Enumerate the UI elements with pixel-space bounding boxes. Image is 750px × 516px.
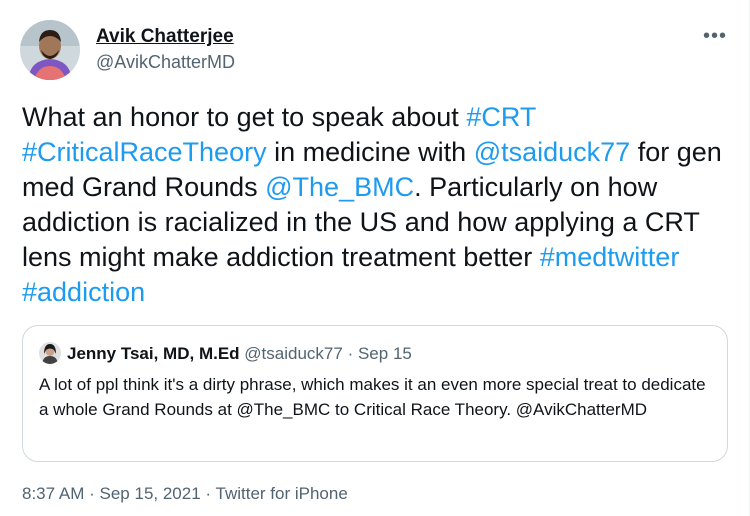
footer-separator-2: · xyxy=(205,484,212,503)
quoted-tweet[interactable]: Jenny Tsai, MD, M.Ed @tsaiduck77 · Sep 1… xyxy=(22,325,728,462)
tweet-time[interactable]: 8:37 AM xyxy=(22,484,84,503)
author-handle[interactable]: @AvikChatterMD xyxy=(96,52,235,73)
quoted-author-avatar xyxy=(39,342,61,364)
mention-link[interactable]: @The_BMC xyxy=(265,172,414,202)
hashtag-link[interactable]: #CRT xyxy=(466,102,536,132)
quoted-date: Sep 15 xyxy=(357,344,412,363)
hashtag-link[interactable]: #addiction xyxy=(22,277,145,307)
quoted-separator: · xyxy=(347,344,354,363)
quoted-tweet-header: Jenny Tsai, MD, M.Ed @tsaiduck77 · Sep 1… xyxy=(67,344,412,364)
author-name[interactable]: Avik Chatterjee xyxy=(96,26,234,48)
quoted-author-name: Jenny Tsai, MD, M.Ed xyxy=(67,344,240,363)
hashtag-link[interactable]: #CriticalRaceTheory xyxy=(22,137,267,167)
mention-link[interactable]: @tsaiduck77 xyxy=(474,137,631,167)
hashtag-link[interactable]: #medtwitter xyxy=(540,242,680,272)
author-avatar[interactable] xyxy=(20,20,80,80)
more-horizontal-icon[interactable]: ••• xyxy=(700,22,730,52)
tweet-card: Avik Chatterjee @AvikChatterMD ••• What … xyxy=(0,0,750,516)
quoted-tweet-text: A lot of ppl think it's a dirty phrase, … xyxy=(39,375,706,419)
tweet-footer: 8:37 AM · Sep 15, 2021 · Twitter for iPh… xyxy=(22,484,348,504)
tweet-text-segment: What an honor to get to speak about xyxy=(22,102,467,132)
tweet-date[interactable]: Sep 15, 2021 xyxy=(100,484,201,503)
footer-separator-1: · xyxy=(89,484,95,503)
tweet-text-segment: in medicine with xyxy=(266,137,474,167)
tweet-source[interactable]: Twitter for iPhone xyxy=(216,484,348,503)
tweet-text: What an honor to get to speak about #CRT… xyxy=(22,100,732,310)
quoted-author-handle: @tsaiduck77 xyxy=(244,344,343,363)
